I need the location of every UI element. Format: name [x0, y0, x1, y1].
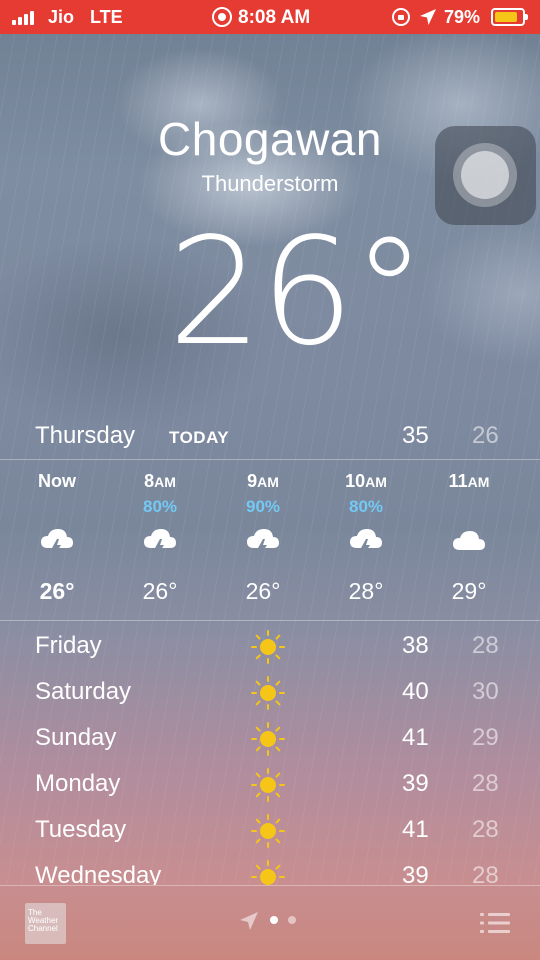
day-high: 39 — [402, 862, 429, 885]
bottom-toolbar: The Weather Channel — [0, 886, 540, 960]
today-low: 26 — [472, 422, 499, 449]
hour-label: 10 — [345, 471, 366, 491]
thunderstorm-icon — [144, 529, 176, 556]
sun-icon — [251, 676, 285, 710]
status-bar: Jio LTE 8:08 AM 79% — [0, 0, 540, 34]
page-indicator[interactable] — [270, 916, 296, 924]
day-name: Monday — [35, 770, 121, 797]
hourly-item: 11AM 29° — [417, 462, 521, 618]
daily-row: Tuesday 41 28 — [0, 806, 540, 852]
day-high: 41 — [402, 816, 429, 843]
sun-icon — [251, 722, 285, 756]
location-arrow-icon — [420, 9, 436, 25]
hourly-item: 9AM 90% 26° — [211, 462, 315, 618]
assistive-touch-button[interactable] — [435, 126, 536, 225]
day-low: 28 — [472, 770, 499, 797]
precip-chance: 90% — [245, 497, 281, 516]
daily-row: Monday 39 28 — [0, 760, 540, 806]
hour-temperature: 29° — [451, 578, 487, 604]
day-name: Sunday — [35, 724, 117, 751]
thunderstorm-icon — [350, 529, 382, 556]
screen-record-icon[interactable] — [212, 7, 232, 27]
day-low: 30 — [472, 678, 499, 705]
day-high: 39 — [402, 770, 429, 797]
day-low: 28 — [472, 862, 499, 885]
daily-row: Friday 38 28 — [0, 622, 540, 668]
day-high: 41 — [402, 724, 429, 751]
hour-ampm: AM — [257, 474, 279, 490]
day-high: 40 — [402, 678, 429, 705]
day-low: 28 — [472, 816, 499, 843]
divider — [0, 620, 540, 621]
day-low: 29 — [472, 724, 499, 751]
hourly-item: 10AM 80% 28° — [314, 462, 418, 618]
sun-icon — [251, 630, 285, 664]
network-type: LTE — [90, 7, 123, 27]
hour-label: Now — [38, 471, 76, 491]
day-name: Tuesday — [35, 816, 127, 843]
battery-fill — [495, 12, 517, 22]
day-low: 28 — [472, 632, 499, 659]
hourly-item: 8AM 80% 26° — [108, 462, 212, 618]
precip-chance: 80% — [142, 497, 178, 516]
page-dot — [288, 916, 296, 924]
hour-ampm: AM — [154, 474, 176, 490]
sun-icon — [251, 768, 285, 802]
weather-channel-logo[interactable]: The Weather Channel — [25, 903, 66, 944]
hour-temperature: 26° — [142, 578, 178, 604]
current-temperature: 26° — [168, 206, 426, 378]
daily-row: Saturday 40 30 — [0, 668, 540, 714]
today-tag: TODAY — [169, 428, 230, 447]
battery-percent: 79% — [444, 7, 481, 27]
daily-forecast[interactable]: Friday 38 28 Saturday 40 30 Sunday 41 29… — [0, 622, 540, 885]
hour-ampm: AM — [365, 474, 387, 490]
hourly-item: Now 26° — [5, 462, 109, 618]
hour-temperature: 28° — [348, 578, 384, 604]
hour-label: 11 — [448, 471, 468, 491]
today-summary: Thursday TODAY 35 26 — [0, 418, 540, 458]
clock: 8:08 AM — [238, 7, 311, 28]
hour-temperature: 26° — [245, 578, 281, 604]
carrier-name: Jio — [48, 7, 75, 27]
today-high: 35 — [402, 422, 429, 449]
sun-icon — [251, 860, 285, 885]
sun-icon — [251, 814, 285, 848]
hour-ampm: AM — [467, 474, 490, 490]
day-name: Wednesday — [35, 862, 162, 885]
daily-row: Sunday 41 29 — [0, 714, 540, 760]
signal-icon — [12, 9, 34, 25]
day-name: Friday — [35, 632, 102, 659]
day-name: Saturday — [35, 678, 132, 705]
page-dot — [270, 916, 278, 924]
hour-label: 8 — [144, 471, 155, 491]
hour-temperature: 26° — [39, 578, 75, 604]
hourly-forecast[interactable]: Now 26° 8AM 80% 26° 9AM 90% 26° 10AM 80% — [0, 462, 540, 618]
thunderstorm-icon — [41, 529, 73, 556]
daily-row: Wednesday 39 28 — [0, 852, 540, 885]
battery-icon — [491, 8, 528, 26]
divider — [0, 459, 540, 460]
today-day-name: Thursday — [35, 422, 136, 449]
hour-label: 9 — [247, 471, 258, 491]
cloud-icon — [453, 531, 485, 550]
thunderstorm-icon — [247, 529, 279, 556]
day-high: 38 — [402, 632, 429, 659]
location-arrow-icon[interactable] — [238, 910, 260, 932]
precip-chance: 80% — [348, 497, 384, 516]
list-icon[interactable] — [480, 911, 510, 935]
rotation-lock-icon — [392, 8, 410, 26]
